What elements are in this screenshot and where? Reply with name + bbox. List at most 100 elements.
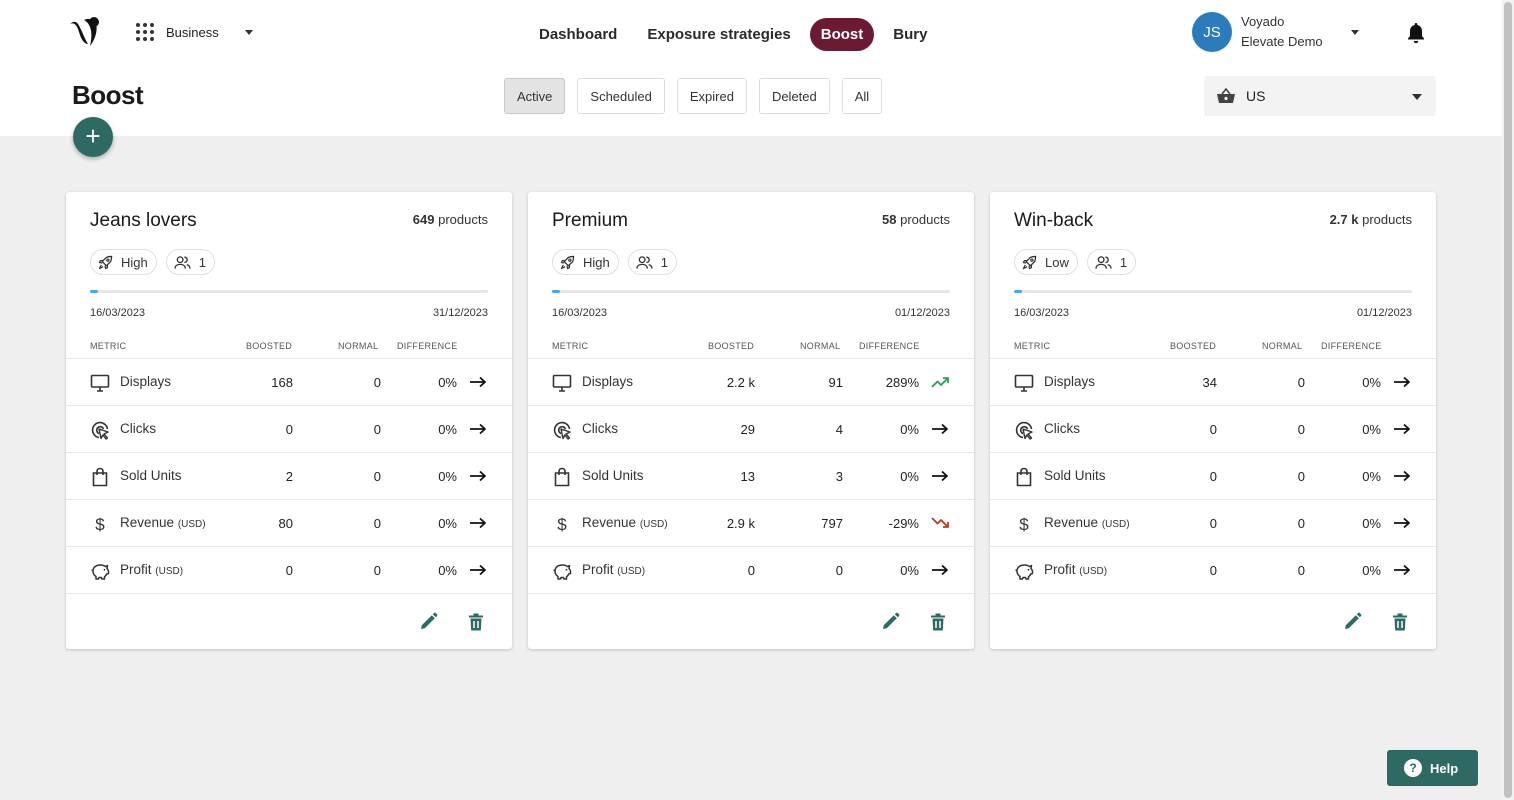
- piggy-bank-icon: [552, 561, 572, 581]
- dollar-icon: $: [552, 514, 572, 534]
- difference-value: 0%: [1362, 516, 1381, 531]
- boosted-value: 29: [740, 422, 755, 437]
- card-footer: [66, 593, 512, 649]
- col-normal: NORMAL: [338, 341, 379, 351]
- pencil-icon: [418, 612, 438, 632]
- filter-expired[interactable]: Expired: [676, 78, 747, 114]
- metric-label: Clicks: [582, 421, 618, 436]
- boost-card[interactable]: Win-back 2.7 k products Low 1 16/03/2023 0…: [990, 192, 1436, 649]
- metric-label: Revenue: [582, 515, 637, 530]
- currency-suffix: (USD): [155, 566, 184, 577]
- arrow-right-icon: [468, 467, 488, 485]
- delete-button[interactable]: [1390, 612, 1410, 632]
- metric-name: Revenue (USD): [582, 515, 668, 530]
- nav-bury[interactable]: Bury: [882, 18, 938, 51]
- cursor-click-icon: [90, 420, 110, 440]
- edit-button[interactable]: [1342, 612, 1362, 632]
- product-count: 58 products: [882, 212, 950, 227]
- filter-all[interactable]: All: [841, 78, 883, 114]
- metric-name: Sold Units: [120, 468, 182, 483]
- arrow-right-icon: [1392, 514, 1412, 532]
- nav-exposure-strategies[interactable]: Exposure strategies: [636, 18, 801, 51]
- nav-boost[interactable]: Boost: [809, 18, 875, 51]
- col-boosted: BOOSTED: [246, 341, 293, 351]
- boosted-value: 168: [271, 375, 293, 390]
- product-count-label: products: [438, 212, 488, 227]
- filter-scheduled[interactable]: Scheduled: [577, 78, 665, 114]
- edit-button[interactable]: [418, 612, 438, 632]
- col-metric: METRIC: [552, 341, 589, 351]
- workspace-switcher[interactable]: Business: [136, 22, 253, 42]
- audience-count: 1: [660, 254, 668, 270]
- boosted-value: 0: [1209, 563, 1217, 578]
- boosted-value: 2.9 k: [726, 516, 755, 531]
- users-icon: [174, 255, 199, 270]
- trash-icon: [928, 612, 948, 632]
- normal-value: 0: [1297, 516, 1305, 531]
- filter-deleted[interactable]: Deleted: [758, 78, 830, 114]
- boost-chips: High 1: [90, 249, 215, 275]
- boost-level: Low: [1045, 254, 1069, 270]
- boosted-value: 0: [1209, 469, 1217, 484]
- bell-icon[interactable]: [1406, 22, 1426, 44]
- piggy-bank-icon: [90, 561, 110, 581]
- filter-active[interactable]: Active: [504, 78, 566, 114]
- metric-name: Profit (USD): [1044, 562, 1107, 577]
- svg-text:$: $: [1019, 515, 1029, 534]
- normal-value: 0: [1297, 563, 1305, 578]
- date-range: 16/03/2023 01/12/2023: [1014, 307, 1412, 319]
- shopping-bag-icon: [1014, 467, 1034, 487]
- col-difference: DIFFERENCE: [1321, 341, 1382, 351]
- boost-card[interactable]: Jeans lovers 649 products High 1 16/03/20…: [66, 192, 512, 649]
- edit-button[interactable]: [880, 612, 900, 632]
- normal-value: 797: [821, 516, 843, 531]
- arrow-right-icon: [930, 420, 950, 438]
- pencil-icon: [880, 612, 900, 632]
- metric-name: Revenue (USD): [1044, 515, 1130, 530]
- metric-label: Revenue: [120, 515, 175, 530]
- user-name: Voyado: [1241, 14, 1285, 29]
- boost-level: High: [121, 254, 148, 270]
- rocket-icon: [1022, 255, 1045, 270]
- boosted-value: 2: [285, 469, 293, 484]
- normal-value: 0: [373, 375, 381, 390]
- audience-chip: 1: [165, 249, 215, 275]
- add-boost-button[interactable]: +: [73, 117, 113, 157]
- boost-name: Jeans lovers: [90, 210, 197, 231]
- col-metric: METRIC: [1014, 341, 1051, 351]
- start-date: 16/03/2023: [90, 307, 146, 319]
- arrow-right-icon: [930, 467, 950, 485]
- end-date: 01/12/2023: [894, 307, 950, 319]
- date-range: 16/03/2023 01/12/2023: [552, 307, 950, 319]
- boost-level-chip: High: [552, 249, 619, 275]
- scrollbar-thumb[interactable]: [1504, 2, 1512, 798]
- duration-progress: [1014, 290, 1412, 293]
- main-nav: Dashboard Exposure strategies Boost Bury: [528, 18, 938, 51]
- table-header: METRIC BOOSTED NORMAL DIFFERENCE: [552, 341, 950, 353]
- nav-dashboard[interactable]: Dashboard: [528, 18, 628, 51]
- metric-label: Sold Units: [582, 468, 644, 483]
- audience-count: 1: [198, 254, 206, 270]
- boost-card[interactable]: Premium 58 products High 1 16/03/2023 01/1…: [528, 192, 974, 649]
- delete-button[interactable]: [928, 612, 948, 632]
- delete-button[interactable]: [466, 612, 486, 632]
- svg-text:$: $: [95, 515, 105, 534]
- boost-name: Win-back: [1014, 210, 1094, 231]
- metric-label: Profit: [120, 562, 152, 577]
- market-select[interactable]: US: [1204, 76, 1436, 116]
- monitor-icon: [1014, 373, 1034, 393]
- help-button[interactable]: ? Help: [1387, 750, 1478, 786]
- voyado-logo[interactable]: [68, 16, 104, 48]
- duration-progress: [90, 290, 488, 293]
- user-menu[interactable]: JS Voyado Elevate Demo: [1192, 12, 1359, 52]
- normal-value: 0: [1297, 375, 1305, 390]
- metric-row-profit: Profit (USD) 0 0 0%: [528, 546, 974, 593]
- help-label: Help: [1430, 760, 1459, 776]
- card-footer: [528, 593, 974, 649]
- normal-value: 0: [373, 516, 381, 531]
- difference-value: 289%: [885, 375, 919, 390]
- difference-value: 0%: [900, 422, 919, 437]
- arrow-right-icon: [1392, 373, 1412, 391]
- scrollbar[interactable]: [1502, 0, 1514, 800]
- duration-progress: [552, 290, 950, 293]
